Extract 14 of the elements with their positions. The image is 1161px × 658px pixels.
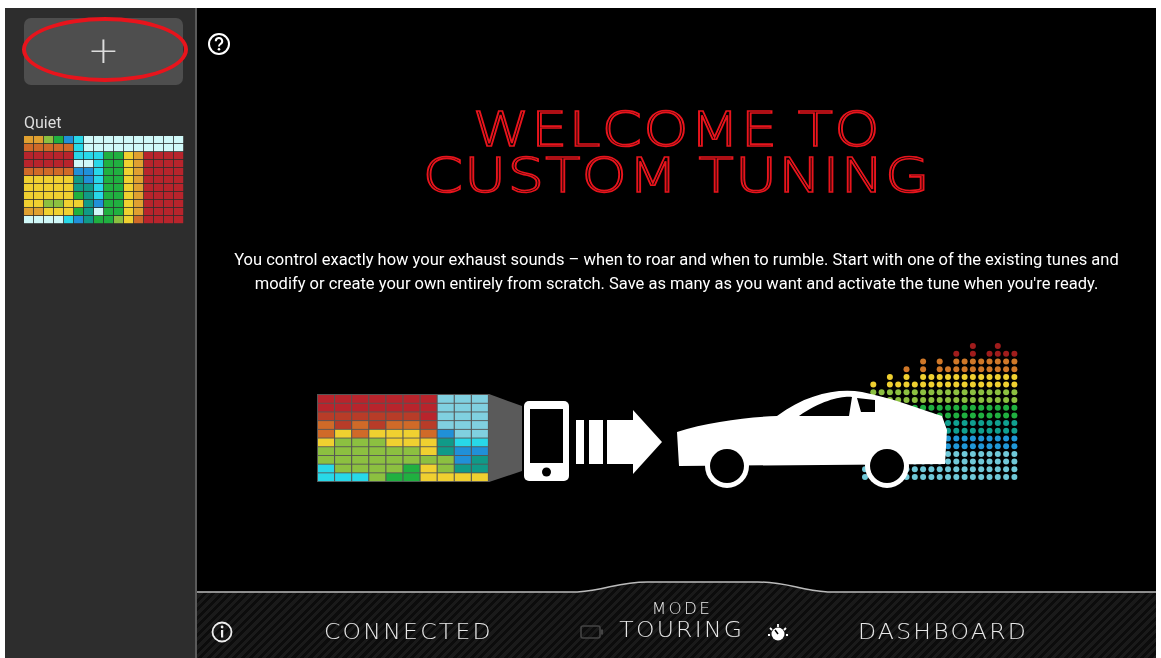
help-icon[interactable]: [207, 32, 231, 56]
tune-grid-thumbnail[interactable]: [24, 136, 184, 224]
dashboard-button[interactable]: DASHBOARD: [858, 620, 1029, 644]
info-icon[interactable]: [211, 621, 233, 643]
welcome-title: CUSTOM TUNING: [422, 152, 931, 198]
add-button[interactable]: +: [24, 18, 183, 85]
battery-icon: [579, 625, 604, 639]
tune-name[interactable]: Quiet: [24, 113, 62, 132]
welcome-title: WELCOME TO: [472, 106, 881, 152]
connection-status: CONNECTED: [323, 620, 493, 644]
gauge-icon[interactable]: [767, 622, 790, 642]
description-text: You control exactly how your exhaust sounds – when to roar and when to rumble. Start with one of the existing tunes and modify or create your own entirely from scratch. Save as many as you want and activate the tune when you're ready.: [233, 249, 1120, 295]
mode-value[interactable]: TOURING: [619, 618, 744, 642]
mode-label: MODE: [651, 600, 712, 618]
